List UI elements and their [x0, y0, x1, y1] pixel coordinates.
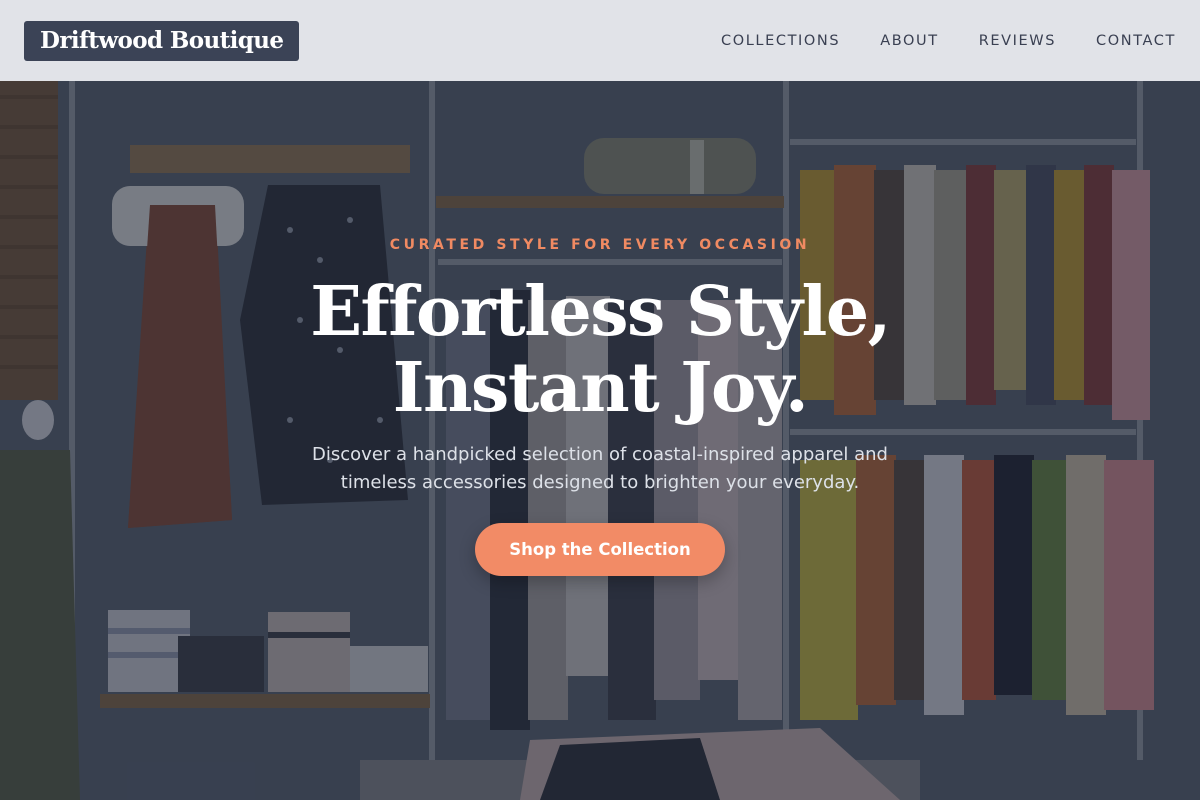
site-logo[interactable]: Driftwood Boutique — [24, 20, 300, 61]
hero-content: CURATED STYLE FOR EVERY OCCASION Effortl… — [0, 0, 1200, 800]
nav-link-about[interactable]: ABOUT — [880, 33, 939, 49]
hero-subtext: Discover a handpicked selection of coast… — [312, 444, 888, 493]
main-nav: COLLECTIONS ABOUT REVIEWS CONTACT — [721, 33, 1176, 49]
shop-collection-button[interactable]: Shop the Collection — [475, 523, 725, 576]
hero-eyebrow: CURATED STYLE FOR EVERY OCCASION — [389, 237, 811, 253]
hero-headline-line-1: Effortless Style, — [310, 272, 891, 352]
site-header: Driftwood Boutique COLLECTIONS ABOUT REV… — [0, 0, 1200, 81]
hero-headline-line-2: Instant Joy. — [392, 348, 809, 428]
nav-link-collections[interactable]: COLLECTIONS — [721, 33, 840, 49]
nav-link-reviews[interactable]: REVIEWS — [979, 33, 1056, 49]
nav-link-contact[interactable]: CONTACT — [1096, 33, 1176, 49]
hero-headline: Effortless Style, Instant Joy. — [0, 274, 1200, 426]
